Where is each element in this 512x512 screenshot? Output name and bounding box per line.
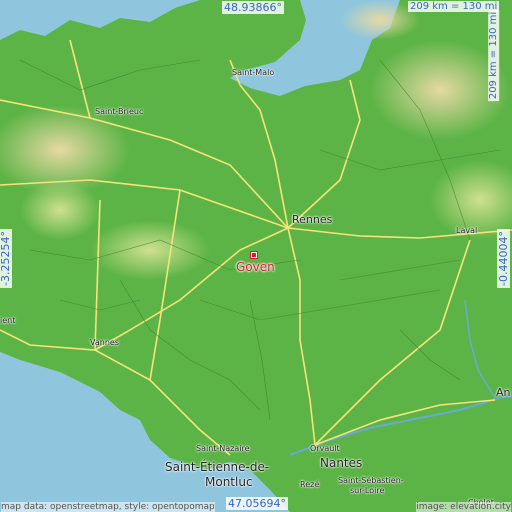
city-saint-nazaire: Saint-Nazaire [196, 444, 250, 453]
city-sur-loire: sur-Loire [350, 486, 385, 495]
city-reze: Rezé [300, 480, 320, 489]
city-nantes: Nantes [320, 456, 363, 470]
city-saint-sebastien: Saint-Sébastien- [338, 476, 404, 485]
city-laval: Laval [456, 226, 478, 235]
marker-label: Goven [236, 260, 275, 274]
city-lorient-partial: ient [0, 316, 16, 325]
coord-south: 47.05694° [226, 497, 288, 510]
city-angers-partial: An [496, 386, 511, 399]
city-montluc: Montluc [205, 475, 253, 489]
coord-north: 48.93866° [222, 1, 284, 14]
coord-east: -0.44004° [496, 229, 510, 288]
topographic-map[interactable]: Saint-Malo Saint-Brieuc Rennes Laval Van… [0, 0, 512, 512]
attribution-right[interactable]: image: elevation.city [416, 502, 511, 512]
scale-vertical: 209 km = 130 mi [488, 9, 500, 102]
city-rennes: Rennes [292, 213, 333, 226]
city-orvault: Orvault [310, 444, 340, 453]
attribution-left[interactable]: map data: openstreetmap, style: opentopo… [1, 502, 215, 512]
location-marker-icon[interactable] [250, 251, 258, 259]
city-saint-malo: Saint-Malo [232, 68, 275, 77]
city-saint-brieuc: Saint-Brieuc [95, 107, 144, 116]
city-vannes: Vannes [90, 338, 119, 347]
city-saint-etienne: Saint-Étienne-de- [165, 460, 270, 474]
coord-west: -3.25254° [0, 229, 12, 288]
scale-horizontal: 209 km = 130 mi [408, 1, 500, 12]
